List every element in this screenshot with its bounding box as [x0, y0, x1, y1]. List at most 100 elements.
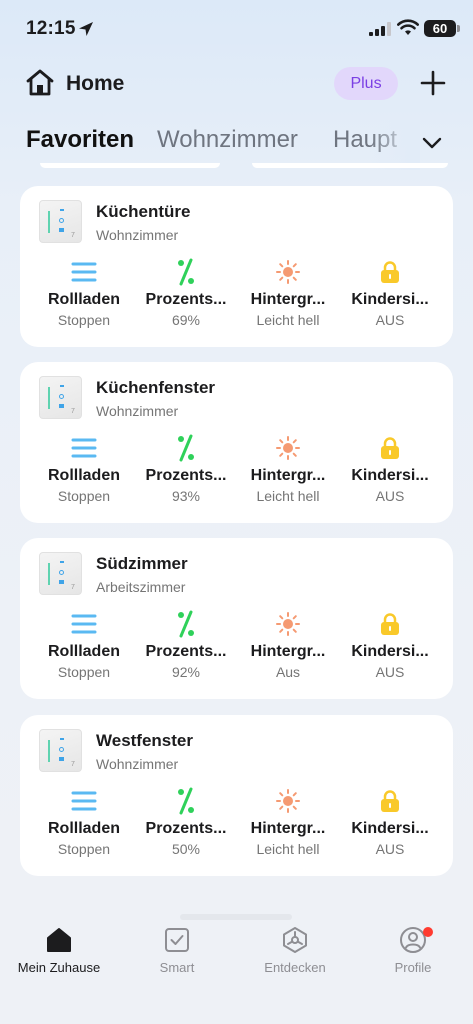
feature-lock[interactable]: Kindersi... AUS — [338, 787, 442, 857]
tab-underline — [252, 163, 448, 168]
battery-tip — [457, 25, 460, 32]
lock-icon — [338, 787, 442, 815]
feature-value: 92% — [171, 664, 201, 680]
rollladen-icon — [32, 787, 136, 815]
device-room: Wohnzimmer — [96, 756, 179, 772]
feature-percent[interactable]: Prozents... 93% — [134, 434, 238, 504]
device-room: Wohnzimmer — [96, 227, 179, 243]
rollladen-icon — [32, 434, 136, 462]
device-card[interactable]: 7 Küchentüre Wohnzimmer Rollladen Stoppe… — [20, 186, 453, 347]
tab-favoriten[interactable]: Favoriten — [26, 126, 134, 154]
percent-icon — [134, 787, 238, 815]
feature-value: Stoppen — [57, 488, 111, 504]
brightness-icon — [236, 787, 340, 815]
rollladen-icon — [32, 258, 136, 286]
feature-value: Leicht hell — [256, 312, 320, 328]
feature-label: Kindersi... — [351, 820, 429, 837]
nav-profile[interactable]: Profile — [354, 926, 472, 975]
feature-value: Stoppen — [57, 312, 111, 328]
feature-label: Hintergr... — [250, 291, 326, 308]
feature-value: Leicht hell — [256, 841, 320, 857]
feature-lock[interactable]: Kindersi... AUS — [338, 610, 442, 680]
feature-label: Kindersi... — [351, 467, 429, 484]
percent-icon — [134, 434, 238, 462]
bottom-nav: Mein Zuhause Smart Entdecken Profile — [0, 918, 473, 1024]
add-icon[interactable] — [418, 68, 448, 98]
smart-checkbox-icon — [165, 928, 189, 952]
feature-label: Rollladen — [47, 467, 120, 484]
percent-icon — [134, 610, 238, 638]
wifi-icon — [397, 19, 419, 35]
device-room: Arbeitszimmer — [96, 579, 186, 595]
notification-dot — [423, 927, 433, 937]
feature-value: Aus — [275, 664, 301, 680]
nav-label: Entdecken — [264, 960, 326, 975]
nav-smart[interactable]: Smart — [118, 926, 236, 975]
feature-value: AUS — [375, 312, 405, 328]
feature-label: Hintergr... — [250, 643, 326, 660]
feature-label: Rollladen — [47, 820, 120, 837]
feature-label: Rollladen — [47, 643, 120, 660]
feature-value: Stoppen — [57, 841, 111, 857]
nav-label: Mein Zuhause — [17, 960, 101, 975]
brightness-icon — [236, 258, 340, 286]
feature-rollladen[interactable]: Rollladen Stoppen — [32, 787, 136, 857]
device-card[interactable]: 7 Südzimmer Arbeitszimmer Rollladen Stop… — [20, 538, 453, 699]
feature-value: AUS — [375, 841, 405, 857]
feature-value: 93% — [171, 488, 201, 504]
feature-value: AUS — [375, 664, 405, 680]
device-thumbnail: 7 — [39, 552, 82, 595]
device-card[interactable]: 7 Westfenster Wohnzimmer Rollladen Stopp… — [20, 715, 453, 876]
brightness-icon — [236, 610, 340, 638]
feature-brightness[interactable]: Hintergr... Leicht hell — [236, 787, 340, 857]
lock-icon — [338, 258, 442, 286]
discover-icon — [283, 927, 307, 953]
nav-label: Smart — [159, 960, 195, 975]
home-selector[interactable]: Home — [66, 72, 124, 96]
home-icon[interactable] — [25, 68, 55, 96]
cellular-signal-icon — [369, 22, 391, 36]
feature-label: Hintergr... — [250, 467, 326, 484]
status-bar: 12:15 60 — [0, 0, 473, 58]
feature-rollladen[interactable]: Rollladen Stoppen — [32, 258, 136, 328]
feature-value: AUS — [375, 488, 405, 504]
rollladen-icon — [32, 610, 136, 638]
brightness-icon — [236, 434, 340, 462]
feature-label: Hintergr... — [250, 820, 326, 837]
nav-entdecken[interactable]: Entdecken — [236, 926, 354, 975]
chevron-down-icon[interactable] — [421, 135, 443, 151]
feature-lock[interactable]: Kindersi... AUS — [338, 258, 442, 328]
status-time: 12:15 — [26, 18, 76, 39]
device-name: Küchentüre — [96, 202, 191, 221]
feature-percent[interactable]: Prozents... 92% — [134, 610, 238, 680]
device-name: Südzimmer — [96, 554, 188, 573]
feature-lock[interactable]: Kindersi... AUS — [338, 434, 442, 504]
battery-indicator: 60 — [424, 20, 456, 37]
feature-rollladen[interactable]: Rollladen Stoppen — [32, 610, 136, 680]
tab-wohnzimmer[interactable]: Wohnzimmer — [157, 126, 298, 154]
feature-brightness[interactable]: Hintergr... Aus — [236, 610, 340, 680]
feature-label: Prozents... — [145, 643, 227, 660]
feature-brightness[interactable]: Hintergr... Leicht hell — [236, 258, 340, 328]
header: Home Plus — [0, 62, 473, 106]
plus-button[interactable]: Plus — [334, 67, 398, 100]
feature-value: Stoppen — [57, 664, 111, 680]
feature-label: Prozents... — [145, 467, 227, 484]
feature-label: Kindersi... — [351, 643, 429, 660]
device-thumbnail: 7 — [39, 729, 82, 772]
feature-label: Prozents... — [145, 820, 227, 837]
feature-percent[interactable]: Prozents... 50% — [134, 787, 238, 857]
feature-rollladen[interactable]: Rollladen Stoppen — [32, 434, 136, 504]
device-card[interactable]: 7 Küchenfenster Wohnzimmer Rollladen Sto… — [20, 362, 453, 523]
feature-value: 69% — [171, 312, 201, 328]
nav-mein-zuhause[interactable]: Mein Zuhause — [0, 926, 118, 975]
nav-label: Profile — [394, 960, 432, 975]
device-name: Westfenster — [96, 731, 193, 750]
tab-underline — [40, 163, 220, 168]
home-icon — [47, 928, 71, 952]
feature-label: Kindersi... — [351, 291, 429, 308]
feature-brightness[interactable]: Hintergr... Leicht hell — [236, 434, 340, 504]
lock-icon — [338, 610, 442, 638]
percent-icon — [134, 258, 238, 286]
feature-percent[interactable]: Prozents... 69% — [134, 258, 238, 328]
